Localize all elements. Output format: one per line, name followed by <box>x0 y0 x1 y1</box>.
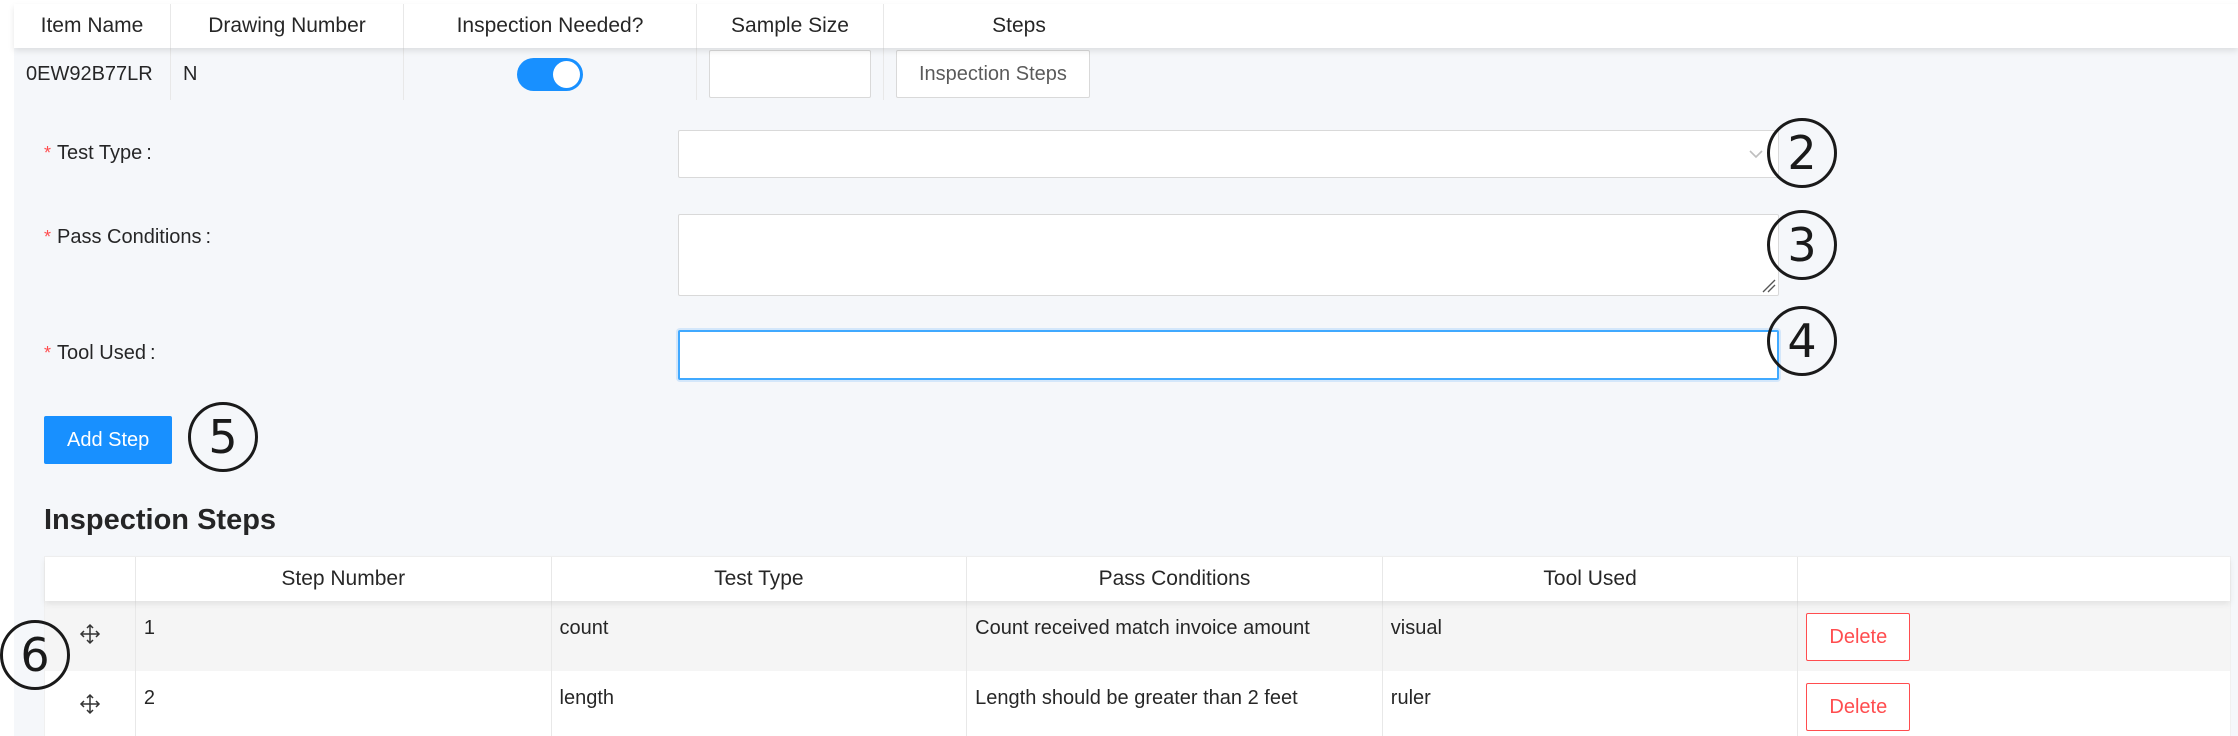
callout-4: 4 <box>1767 306 1837 376</box>
test-type-select[interactable] <box>678 130 1779 178</box>
header-step-number: Step Number <box>136 557 552 601</box>
drag-move-icon[interactable] <box>79 623 101 645</box>
item-row: 0EW92B77LR N Inspection Steps <box>14 48 2238 100</box>
inspection-steps-table: Step Number Test Type Pass Conditions To… <box>44 556 2231 736</box>
tool-used-cell: visual <box>1383 601 1799 671</box>
table-row: 2 length Length should be greater than 2… <box>45 671 2230 736</box>
inspection-steps-title: Inspection Steps <box>44 504 277 536</box>
header-tool-used: Tool Used <box>1383 557 1799 601</box>
callout-5: 5 <box>188 402 258 472</box>
label-colon: : <box>205 226 212 248</box>
step-number-cell: 1 <box>136 601 552 671</box>
resize-grip-icon[interactable] <box>1760 277 1776 293</box>
callout-6: 6 <box>0 620 70 690</box>
tool-used-input[interactable] <box>678 330 1779 380</box>
pass-conditions-textarea[interactable] <box>678 214 1779 296</box>
inspection-needed-toggle[interactable] <box>517 57 583 91</box>
delete-button[interactable]: Delete <box>1806 613 1911 661</box>
inspection-needed-cell <box>404 48 697 100</box>
delete-button[interactable]: Delete <box>1806 683 1911 731</box>
label-colon: : <box>149 342 156 364</box>
inspection-steps-page: Item Name Drawing Number Inspection Need… <box>0 0 2238 736</box>
header-sample-size: Sample Size <box>697 4 884 48</box>
actions-cell: Delete <box>1798 601 2230 671</box>
header-steps: Steps <box>992 14 1046 37</box>
sample-size-input[interactable] <box>709 50 871 98</box>
steps-table-header: Step Number Test Type Pass Conditions To… <box>45 557 2230 601</box>
header-drag <box>45 557 136 601</box>
header-drawing-number: Drawing Number <box>171 4 404 48</box>
add-step-button[interactable]: Add Step <box>44 416 173 464</box>
required-mark: * <box>44 227 52 247</box>
tool-used-label: * Tool Used : <box>44 342 156 365</box>
callout-2: 2 <box>1767 118 1837 188</box>
drawing-number-cell: N <box>171 48 404 100</box>
actions-cell: Delete <box>1798 671 2230 736</box>
step-form: * Test Type : * Pass Conditions : * Tool… <box>14 100 2238 736</box>
toggle-knob <box>553 60 580 88</box>
header-pass-conditions: Pass Conditions <box>967 557 1383 601</box>
test-type-label-text: Test Type <box>57 142 143 164</box>
callout-3: 3 <box>1767 210 1837 280</box>
drag-move-icon[interactable] <box>79 693 101 715</box>
header-actions <box>1798 557 2230 601</box>
table-row: 1 count Count received match invoice amo… <box>45 601 2230 671</box>
sample-size-cell <box>697 48 884 100</box>
pass-conditions-cell: Count received match invoice amount <box>967 601 1383 671</box>
header-item-name: Item Name <box>14 4 171 48</box>
required-mark: * <box>44 143 52 163</box>
item-table: Item Name Drawing Number Inspection Need… <box>14 4 2238 100</box>
test-type-cell: length <box>552 671 968 736</box>
item-table-header: Item Name Drawing Number Inspection Need… <box>14 4 2238 48</box>
tool-used-cell: ruler <box>1383 671 1799 736</box>
pass-conditions-label-text: Pass Conditions <box>57 226 202 248</box>
label-colon: : <box>146 142 152 164</box>
pass-conditions-cell: Length should be greater than 2 feet <box>967 671 1383 736</box>
required-mark: * <box>44 343 52 363</box>
inspection-steps-button[interactable]: Inspection Steps <box>896 50 1090 98</box>
test-type-cell: count <box>552 601 968 671</box>
item-name-cell: 0EW92B77LR <box>14 48 171 100</box>
step-number-cell: 2 <box>136 671 552 736</box>
header-test-type: Test Type <box>552 557 968 601</box>
chevron-down-icon <box>1749 150 1763 159</box>
header-inspection-needed: Inspection Needed? <box>404 4 697 48</box>
tool-used-label-text: Tool Used <box>57 342 146 364</box>
test-type-label: * Test Type : <box>44 142 152 165</box>
pass-conditions-label: * Pass Conditions : <box>44 226 211 249</box>
steps-cell: Inspection Steps <box>884 48 1154 100</box>
